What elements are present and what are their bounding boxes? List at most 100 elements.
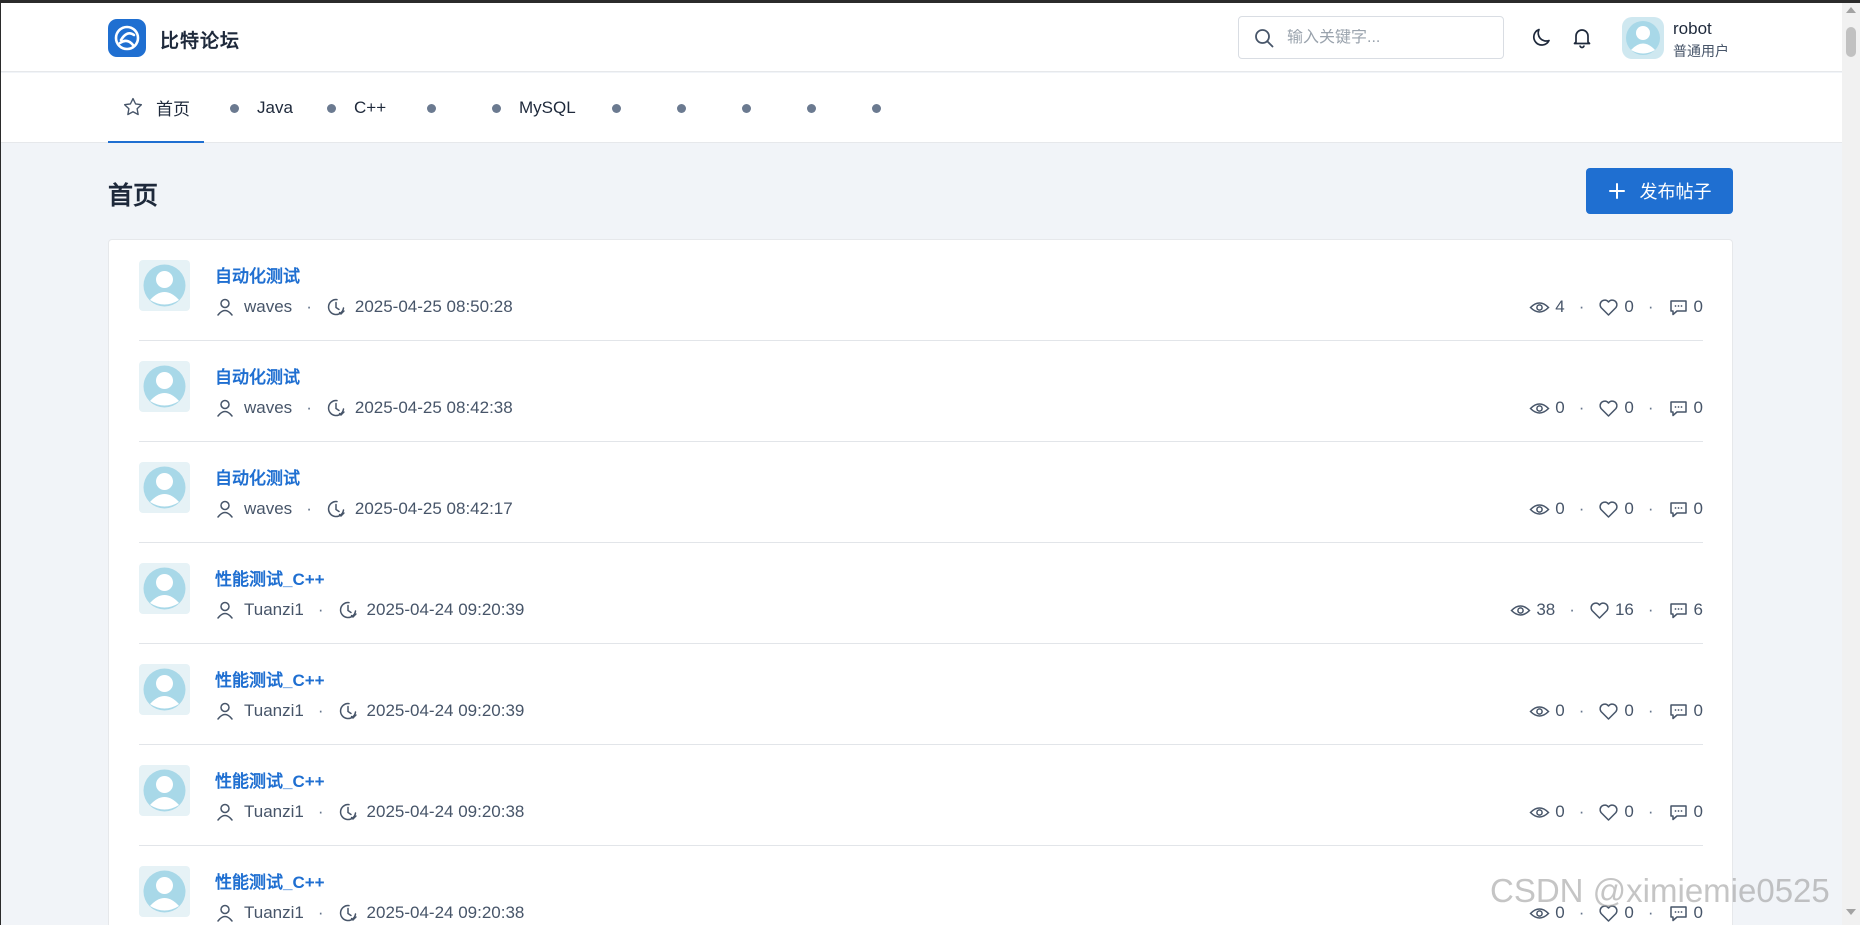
scroll-thumb[interactable] [1846, 27, 1856, 57]
separator-dot: · [1569, 600, 1575, 619]
post-row[interactable]: 自动化测试 waves · 2025-04-25 08:50:28 4 · 0 · 0 [139, 240, 1703, 341]
heart-icon[interactable] [1598, 802, 1624, 823]
post-title[interactable]: 性能测试_C++ [215, 767, 325, 792]
nav-item-cpp[interactable]: C++ [327, 73, 386, 143]
nav-dot [492, 103, 501, 113]
nav-item-label: Java [257, 98, 293, 117]
scroll-up-icon[interactable] [1846, 7, 1856, 13]
bell-icon[interactable] [1570, 25, 1594, 49]
heart-icon[interactable] [1598, 701, 1624, 722]
nav-item-java[interactable]: Java [230, 73, 293, 143]
author-avatar[interactable] [139, 664, 190, 715]
logo-icon[interactable] [108, 19, 146, 57]
post-row[interactable]: 性能测试_C++ Tuanzi1 · 2025-04-24 09:20:38 0 · 0 · 0 [139, 846, 1703, 925]
search-icon [1255, 28, 1274, 47]
post-author[interactable]: Tuanzi1 [244, 600, 304, 620]
view-count: 0 [1555, 701, 1565, 720]
clock-icon [326, 297, 355, 317]
post-author[interactable]: waves [244, 398, 292, 418]
nav-home-label: 首页 [156, 99, 190, 119]
category-nav: 首页 Java C++ MySQL [0, 73, 1842, 143]
avatar[interactable] [1622, 17, 1664, 59]
post-row[interactable]: 性能测试_C++ Tuanzi1 · 2025-04-24 09:20:39 38 · 16… [139, 543, 1703, 644]
like-count: 0 [1624, 802, 1634, 821]
post-meta: waves · 2025-04-25 08:50:28 [215, 295, 513, 319]
scroll-down-icon[interactable] [1846, 909, 1856, 915]
nav-item-8[interactable] [807, 73, 816, 143]
nav-item-7[interactable] [742, 73, 751, 143]
post-title[interactable]: 性能测试_C++ [215, 868, 325, 893]
author-avatar[interactable] [139, 462, 190, 513]
nav-item-3[interactable] [427, 73, 436, 143]
comment-icon[interactable] [1668, 297, 1694, 318]
post-meta: waves · 2025-04-25 08:42:38 [215, 396, 513, 420]
watermark: CSDN @ximiemie0525 [1490, 872, 1830, 909]
post-title[interactable]: 性能测试_C++ [215, 666, 325, 691]
eye-icon [1529, 499, 1555, 520]
post-stats: 0 · 0 · 0 [1529, 800, 1703, 824]
separator-dot: · [317, 903, 324, 922]
page-title: 首页 [108, 182, 159, 210]
comment-icon[interactable] [1668, 398, 1694, 419]
nav-item-mysql[interactable]: MySQL [492, 73, 576, 143]
separator-dot: · [317, 802, 324, 821]
user-name[interactable]: robot [1673, 19, 1712, 39]
author-avatar[interactable] [139, 866, 190, 917]
author-avatar[interactable] [139, 563, 190, 614]
post-row[interactable]: 性能测试_C++ Tuanzi1 · 2025-04-24 09:20:39 0 · 0 · 0 [139, 644, 1703, 745]
post-title[interactable]: 自动化测试 [215, 262, 300, 287]
post-row[interactable]: 自动化测试 waves · 2025-04-25 08:42:38 0 · 0 · 0 [139, 341, 1703, 442]
nav-item-5[interactable] [612, 73, 621, 143]
post-time: 2025-04-25 08:42:17 [354, 499, 513, 518]
author-avatar[interactable] [139, 361, 190, 412]
post-author[interactable]: waves [244, 297, 292, 317]
scrollbar[interactable] [1842, 3, 1860, 925]
post-author[interactable]: Tuanzi1 [244, 802, 304, 822]
nav-item-9[interactable] [872, 73, 881, 143]
author-avatar[interactable] [139, 260, 190, 311]
user-icon [215, 600, 244, 620]
comment-count: 0 [1693, 701, 1703, 720]
search-box[interactable] [1238, 16, 1504, 59]
separator-dot: · [306, 398, 312, 417]
moon-icon[interactable] [1530, 25, 1554, 49]
post-title[interactable]: 自动化测试 [215, 464, 300, 489]
post-row[interactable]: 自动化测试 waves · 2025-04-25 08:42:17 0 · 0 · 0 [139, 442, 1703, 543]
post-stats: 4 · 0 · 0 [1529, 295, 1703, 319]
comment-icon[interactable] [1668, 802, 1694, 823]
post-title[interactable]: 性能测试_C++ [215, 565, 325, 590]
site-title[interactable]: 比特论坛 [160, 26, 240, 53]
separator-dot: · [1647, 600, 1654, 619]
nav-dot [612, 103, 621, 113]
heart-icon[interactable] [1598, 297, 1624, 318]
post-title[interactable]: 自动化测试 [215, 363, 300, 388]
view-count: 0 [1555, 499, 1565, 518]
post-stats: 0 · 0 · 0 [1529, 699, 1703, 723]
post-author[interactable]: waves [244, 499, 292, 519]
post-author[interactable]: Tuanzi1 [244, 701, 304, 721]
post-meta: waves · 2025-04-25 08:42:17 [215, 497, 513, 521]
user-icon [215, 398, 244, 418]
nav-item-6[interactable] [677, 73, 686, 143]
heart-icon[interactable] [1598, 398, 1624, 419]
nav-item-home[interactable]: 首页 [108, 73, 204, 143]
view-count: 38 [1536, 600, 1556, 619]
comment-icon[interactable] [1668, 701, 1694, 722]
author-avatar[interactable] [139, 765, 190, 816]
nav-dot [677, 103, 686, 113]
comment-icon[interactable] [1668, 600, 1694, 621]
like-count: 0 [1624, 701, 1634, 720]
search-input[interactable] [1287, 28, 1487, 47]
separator-dot: · [1647, 398, 1654, 417]
nav-dot [327, 103, 336, 113]
post-time: 2025-04-24 09:20:39 [366, 701, 525, 720]
post-author[interactable]: Tuanzi1 [244, 903, 304, 923]
like-count: 0 [1624, 398, 1634, 417]
post-row[interactable]: 性能测试_C++ Tuanzi1 · 2025-04-24 09:20:38 0 · 0 · 0 [139, 745, 1703, 846]
publish-post-button[interactable]: 发布帖子 [1586, 168, 1733, 214]
top-header: 比特论坛 robot 普通用户 [0, 0, 1842, 72]
publish-label: 发布帖子 [1639, 182, 1712, 202]
heart-icon[interactable] [1589, 600, 1615, 621]
heart-icon[interactable] [1598, 499, 1624, 520]
comment-icon[interactable] [1668, 499, 1694, 520]
